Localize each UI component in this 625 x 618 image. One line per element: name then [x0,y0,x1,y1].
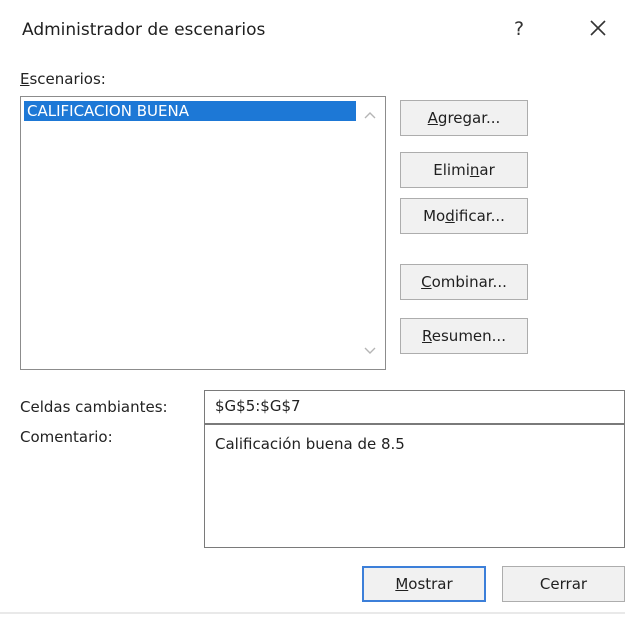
scroll-up-icon[interactable] [361,107,379,121]
scenario-manager-dialog: Administrador de escenarios ? Escenarios… [0,0,625,618]
edit-button[interactable]: Modificar... [400,198,528,234]
title-bar: Administrador de escenarios ? [0,0,625,62]
close-icon[interactable] [586,16,610,40]
merge-button[interactable]: Combinar... [400,264,528,300]
window-title: Administrador de escenarios [22,20,266,40]
show-button[interactable]: Mostrar [362,566,486,602]
comment-label: Comentario: [20,428,113,446]
changing-cells-label: Celdas cambiantes: [20,398,168,416]
close-button[interactable]: Cerrar [502,566,625,602]
help-button[interactable]: ? [514,18,524,40]
scroll-down-icon[interactable] [361,343,379,357]
close-icon-glyph [590,20,606,36]
changing-cells-field[interactable]: $G$5:$G$7 [204,390,625,424]
delete-button[interactable]: Eliminar [400,152,528,188]
bottom-divider [0,612,625,614]
summary-button[interactable]: Resumen... [400,318,528,354]
add-button[interactable]: Agregar... [400,100,528,136]
scenarios-label: Escenarios: [20,70,106,88]
scenario-list[interactable]: CALIFICACION BUENA [20,96,386,370]
scenario-list-item[interactable]: CALIFICACION BUENA [24,101,356,121]
comment-field[interactable]: Calificación buena de 8.5 [204,424,625,548]
